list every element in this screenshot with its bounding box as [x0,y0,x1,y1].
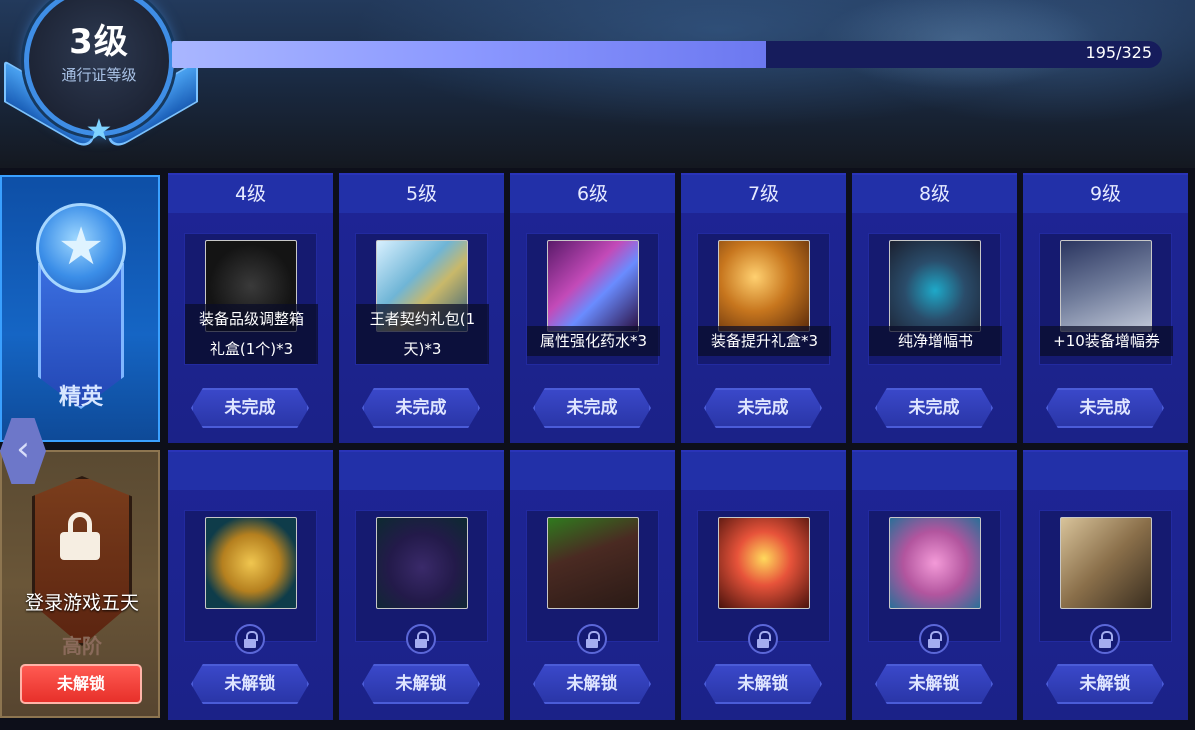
pink-chest-icon [889,517,981,609]
lock-icon [235,624,265,654]
xp-progress-fill [172,41,766,68]
advanced-shield-icon [32,476,132,646]
tier-advanced-card: 登录游戏五天 高阶 未解锁 [0,450,160,718]
reward-item-slot[interactable] [1039,510,1172,654]
star-icon: ★ [85,113,113,148]
reward-level-label: 6级 [510,175,675,213]
enhancement-potion-icon [547,240,639,332]
pass-level-number: 3级 [69,22,129,62]
scroll-icon [1060,517,1152,609]
lock-icon [748,624,778,654]
reward-item-slot[interactable] [697,510,830,654]
reward-item-name: 属性强化药水*3 [527,326,660,356]
reward-card-advanced[interactable]: 未解锁 [852,450,1017,720]
reward-item-name: +10装备增幅券 [1040,326,1173,356]
reward-item-name: 王者契约礼包(1 [356,304,489,334]
pass-level-caption: 通行证等级 [61,66,137,84]
reward-card-advanced[interactable]: 未解锁 [1023,450,1188,720]
unlock-status-button[interactable]: 未解锁 [362,664,480,704]
tier-elite-label: 精英 [58,385,103,410]
claim-status-button[interactable]: 未完成 [362,388,480,428]
lock-icon [406,624,436,654]
reward-item-name: 装备提升礼盒*3 [698,326,831,356]
claim-status-button[interactable]: 未完成 [704,388,822,428]
reward-level-label: 7级 [681,175,846,213]
reward-item-name: 礼盒(1个)*3 [185,334,318,364]
green-crystal-box-icon [547,517,639,609]
reward-item-slot[interactable]: 王者契约礼包(1 天)*3 [355,233,489,365]
reward-item-slot[interactable]: 装备提升礼盒*3 [697,233,831,365]
claim-status-button[interactable]: 未完成 [875,388,993,428]
reward-item-name: 纯净增幅书 [869,326,1002,356]
potion-bottle-icon [376,517,468,609]
unlock-advanced-button[interactable]: 未解锁 [20,664,142,704]
reward-item-slot[interactable] [184,510,317,654]
claim-status-button[interactable]: 未完成 [191,388,309,428]
reward-card-header [1023,452,1188,490]
reward-level-label: 9级 [1023,175,1188,213]
lock-icon [1090,624,1120,654]
chevron-left-icon[interactable]: ‹ [0,418,46,484]
unlock-status-button[interactable]: 未解锁 [704,664,822,704]
fire-chest-icon [718,517,810,609]
reward-card-elite[interactable]: 4级装备品级调整箱 礼盒(1个)*3 未完成 [168,173,333,443]
reward-item-name: 天)*3 [356,334,489,364]
reward-level-label: 8级 [852,175,1017,213]
star-icon: ★ [57,217,105,277]
tier-advanced-requirement: 登录游戏五天 [24,592,139,614]
header: 3级 通行证等级 ★ 195/325 [0,0,1195,168]
amplify-book-icon [889,240,981,332]
reward-item-slot[interactable] [355,510,488,654]
reward-card-advanced[interactable]: 未解锁 [168,450,333,720]
treasure-chest-icon [718,240,810,332]
reward-card-advanced[interactable]: 未解锁 [339,450,504,720]
reward-card-elite[interactable]: 7级装备提升礼盒*3 未完成 [681,173,846,443]
lock-icon [919,624,949,654]
elite-badge-icon: ★ 精英 [28,203,134,410]
reward-item-slot[interactable]: 纯净增幅书 [868,233,1002,365]
reward-card-header [681,452,846,490]
reward-level-label: 4级 [168,175,333,213]
reward-item-slot[interactable]: 属性强化药水*3 [526,233,660,365]
unlock-status-button[interactable]: 未解锁 [875,664,993,704]
gold-coin-icon [205,517,297,609]
unlock-status-button[interactable]: 未解锁 [533,664,651,704]
reward-card-advanced[interactable]: 未解锁 [681,450,846,720]
reward-card-elite[interactable]: 6级属性强化药水*3 未完成 [510,173,675,443]
claim-status-button[interactable]: 未完成 [1046,388,1164,428]
lock-icon [60,512,100,560]
tier-elite-card: ★ 精英 [0,175,160,442]
reward-card-header [510,452,675,490]
unlock-status-button[interactable]: 未解锁 [1046,664,1164,704]
reward-item-slot[interactable]: +10装备增幅券 [1039,233,1173,365]
reward-card-elite[interactable]: 9级 +10装备增幅券未完成 [1023,173,1188,443]
unlock-status-button[interactable]: 未解锁 [191,664,309,704]
lock-icon [577,624,607,654]
plus10-ticket-icon [1060,240,1152,332]
pass-level-emblem: 3级 通行证等级 ★ [0,0,200,160]
reward-card-elite[interactable]: 8级纯净增幅书未完成 [852,173,1017,443]
reward-card-header [852,452,1017,490]
reward-card-advanced[interactable]: 未解锁 [510,450,675,720]
reward-level-label: 5级 [339,175,504,213]
reward-item-slot[interactable] [868,510,1001,654]
tier-advanced-label: 高阶 [62,634,102,658]
background-art [760,0,1190,140]
reward-item-slot[interactable]: 装备品级调整箱 礼盒(1个)*3 [184,233,318,365]
xp-progress-text: 195/325 [1085,43,1152,62]
reward-card-elite[interactable]: 5级王者契约礼包(1 天)*3 未完成 [339,173,504,443]
xp-progress-bar: 195/325 [172,41,1162,68]
claim-status-button[interactable]: 未完成 [533,388,651,428]
reward-card-header [168,452,333,490]
reward-item-name: 装备品级调整箱 [185,304,318,334]
reward-item-slot[interactable] [526,510,659,654]
reward-card-header [339,452,504,490]
